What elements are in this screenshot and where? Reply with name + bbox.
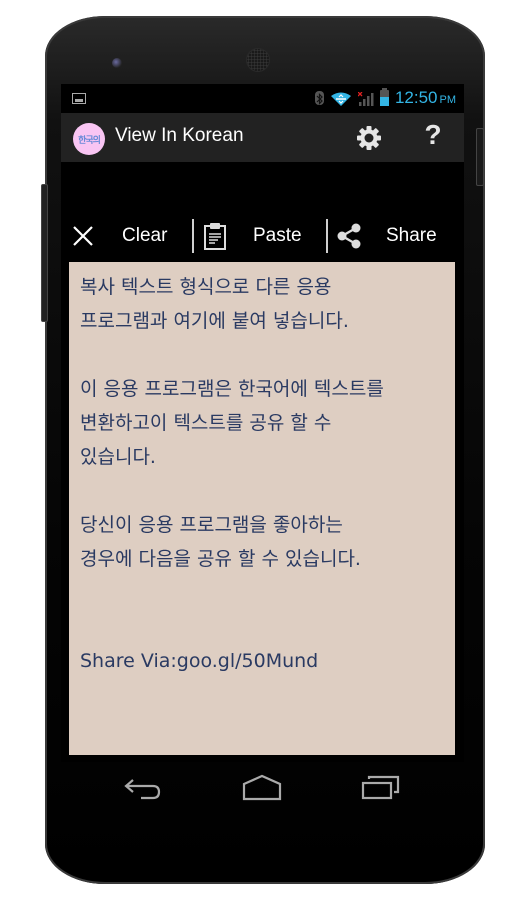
share-button[interactable]: Share: [328, 214, 464, 258]
clock-time: 12:50: [394, 88, 438, 107]
status-icons: 12:50 PM: [314, 87, 456, 109]
status-bar: 12:50 PM: [61, 84, 464, 113]
clock: 12:50 PM: [395, 88, 456, 108]
clipboard-icon: [204, 223, 226, 250]
app-logo-text: 한국의: [78, 135, 101, 146]
text-content-area[interactable]: 복사 텍스트 형식으로 다른 응용 프로그램과 여기에 붙여 넣습니다. 이 응…: [69, 262, 455, 755]
volume-button: [41, 184, 48, 322]
home-icon: [242, 774, 282, 801]
home-button[interactable]: [242, 774, 282, 802]
edit-toolbar: Clear Paste Share: [61, 214, 464, 258]
content-paragraph: 당신이 응용 프로그램을 좋아하는 경우에 다음을 공유 할 수 있습니다.: [80, 514, 361, 570]
paste-label: Paste: [253, 225, 302, 246]
content-spacer: [80, 338, 444, 372]
clear-label: Clear: [122, 225, 168, 246]
power-button: [476, 128, 484, 186]
recents-icon: [361, 775, 400, 800]
share-icon: [337, 223, 361, 249]
front-camera: [112, 58, 122, 68]
paste-button[interactable]: Paste: [194, 214, 326, 258]
gear-icon: [357, 126, 381, 150]
back-icon: [124, 779, 161, 800]
earpiece-speaker: [246, 48, 270, 72]
battery-icon: [379, 88, 389, 106]
content-spacer: [80, 610, 444, 644]
recents-button[interactable]: [361, 773, 401, 801]
help-button[interactable]: ?: [419, 119, 447, 155]
action-bar: 한국의 View In Korean ?: [61, 113, 464, 162]
clear-button[interactable]: Clear: [61, 214, 192, 258]
settings-button[interactable]: [355, 124, 383, 152]
notification-image-icon: [72, 93, 86, 104]
app-title: View In Korean: [115, 125, 244, 146]
content-spacer: [80, 576, 444, 610]
content-paragraph: 이 응용 프로그램은 한국어에 텍스트를 변환하고이 텍스트를 공유 할 수 있…: [80, 378, 384, 468]
clock-ampm: PM: [439, 94, 457, 106]
app-logo[interactable]: 한국의: [73, 123, 105, 155]
screen: 12:50 PM 한국의 View In Korean ? Clear Past…: [61, 84, 464, 801]
bluetooth-icon: [314, 91, 324, 105]
navigation-bar: [61, 762, 464, 817]
content-paragraph: 복사 텍스트 형식으로 다른 응용 프로그램과 여기에 붙여 넣습니다.: [80, 276, 349, 332]
signal-no-data-icon: [357, 91, 374, 106]
back-button[interactable]: [123, 776, 163, 802]
share-link[interactable]: Share Via:goo.gl/50Mund: [80, 644, 444, 678]
content-spacer: [80, 474, 444, 508]
close-icon: [73, 226, 93, 246]
wifi-icon: [330, 91, 352, 106]
share-label: Share: [386, 225, 437, 246]
